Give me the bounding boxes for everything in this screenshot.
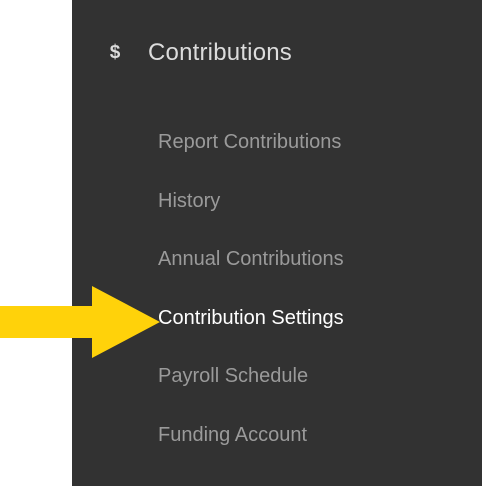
arrow-shape	[0, 286, 160, 358]
section-title: Contributions	[148, 39, 293, 66]
section-header-contributions[interactable]: $ Contributions	[106, 36, 292, 70]
screenshot-stage: $ Contributions Report Contributions His…	[0, 0, 482, 486]
menu-item-annual-contributions[interactable]: Annual Contributions	[158, 238, 344, 297]
menu-item-payroll-schedule[interactable]: Payroll Schedule	[158, 355, 344, 414]
menu-item-contribution-settings[interactable]: Contribution Settings	[158, 297, 344, 356]
dollar-icon: $	[109, 42, 121, 63]
menu-item-history[interactable]: History	[158, 180, 344, 239]
submenu-list: Report Contributions History Annual Cont…	[158, 121, 344, 473]
sidebar-menu: $ Contributions Report Contributions His…	[72, 0, 482, 486]
menu-item-funding-account[interactable]: Funding Account	[158, 414, 344, 473]
menu-item-report-contributions[interactable]: Report Contributions	[158, 121, 344, 180]
pointer-arrow-icon	[0, 286, 160, 358]
